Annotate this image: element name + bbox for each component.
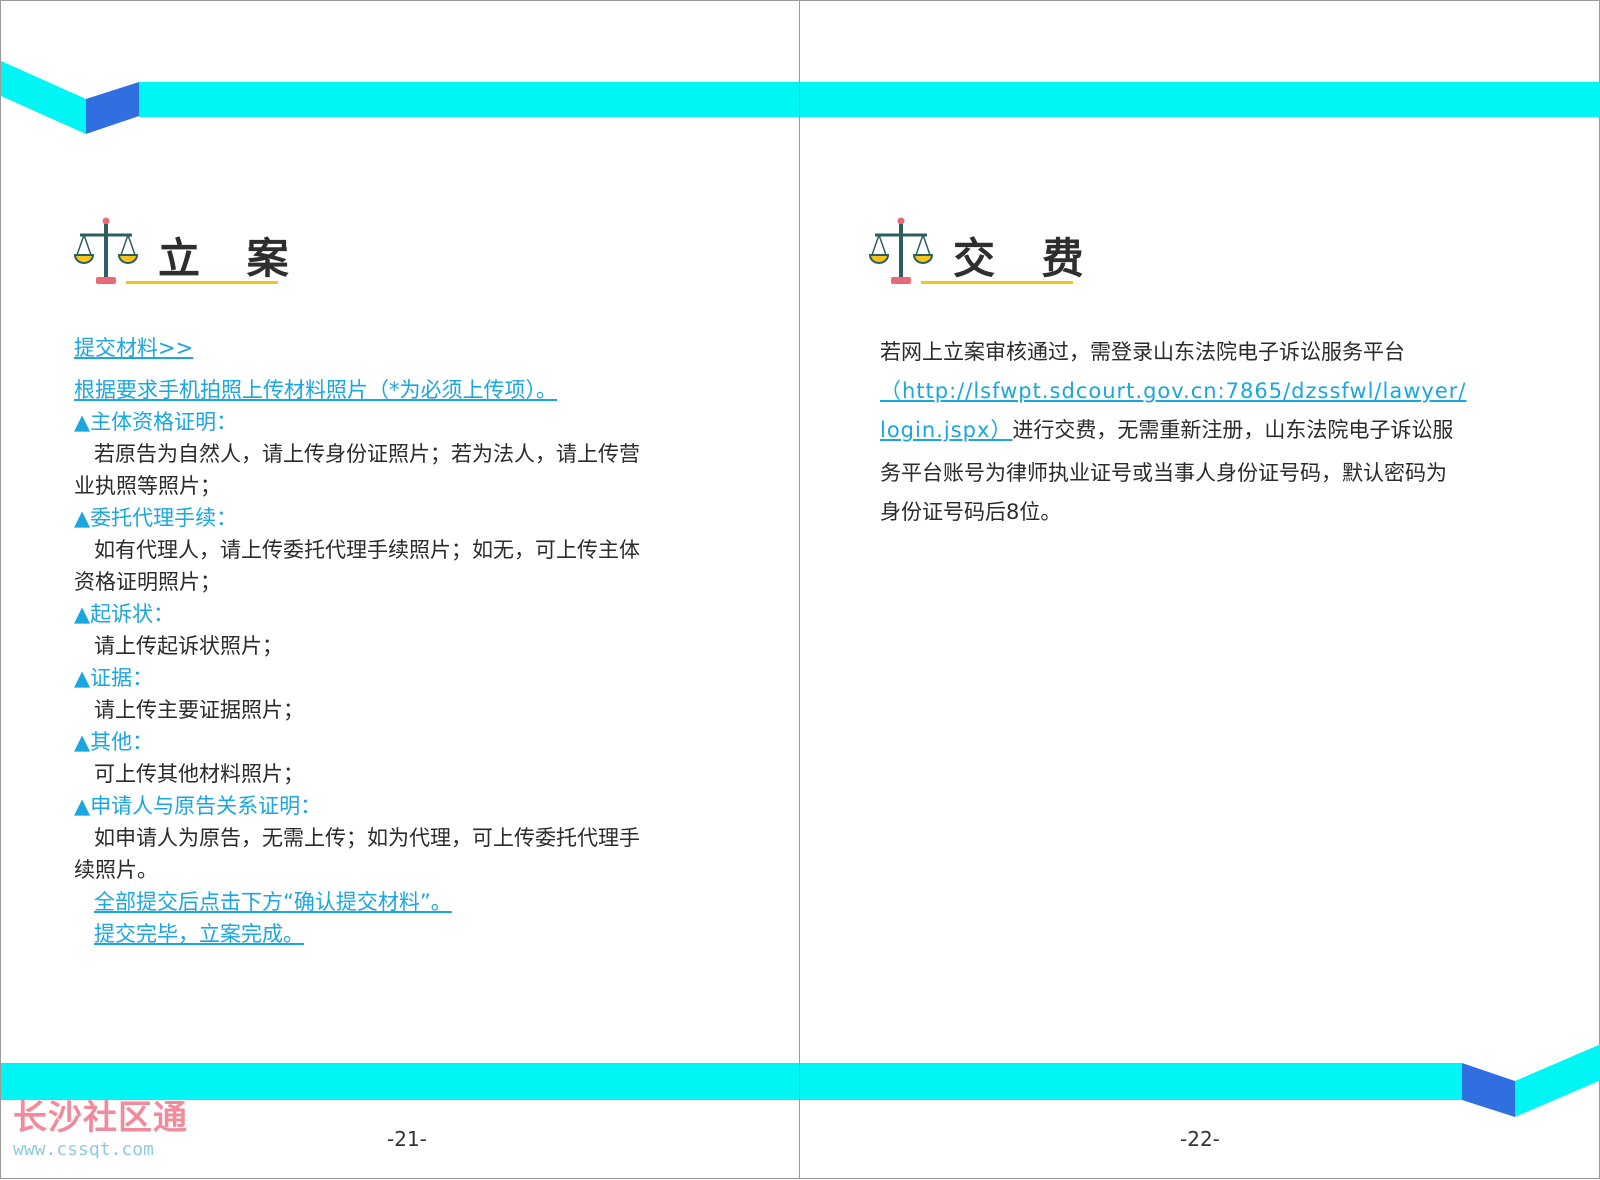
- instruction-text: 如有代理人，请上传委托代理手续照片；如无，可上传主体: [94, 538, 640, 562]
- instruction-row: 续照片。: [74, 854, 640, 886]
- instruction-row: ▲委托代理手续：: [74, 502, 640, 534]
- instruction-heading: ▲其他：: [74, 730, 154, 754]
- instruction-text: 请上传起诉状照片；: [94, 634, 283, 658]
- payment-line-2: login.jspx）进行交费，无需重新注册，山东法院电子诉讼服: [880, 411, 1520, 450]
- instruction-text: 续照片。: [74, 858, 158, 882]
- instruction-row: ▲起诉状：: [74, 598, 640, 630]
- instruction-row: 请上传主要证据照片；: [74, 694, 640, 726]
- payment-line-3: 务平台账号为律师执业证号或当事人身份证号码，默认密码为: [880, 461, 1447, 485]
- instruction-row: 全部提交后点击下方“确认提交材料”。: [74, 886, 640, 918]
- scale-icon: [74, 217, 138, 284]
- top-ribbon-left: [1, 61, 86, 134]
- instruction-text: 如申请人为原告，无需上传；如为代理，可上传委托代理手: [94, 826, 640, 850]
- instruction-row: ▲申请人与原告关系证明：: [74, 790, 640, 822]
- section-title: 立 案: [158, 234, 305, 283]
- payment-line-4: 身份证号码后8位。: [880, 500, 1062, 524]
- instruction-row: 请上传起诉状照片；: [74, 630, 640, 662]
- instruction-row: ▲证据：: [74, 662, 640, 694]
- decor-bands-right: [800, 82, 1600, 1117]
- bottom-band-right: [800, 1063, 1462, 1100]
- instruction-heading: ▲委托代理手续：: [74, 506, 238, 530]
- instruction-heading: ▲起诉状：: [74, 602, 175, 626]
- instruction-heading: ▲主体资格证明：: [74, 410, 238, 434]
- bottom-ribbon-fold-right: [1462, 1063, 1515, 1117]
- instruction-heading: ▲申请人与原告关系证明：: [74, 794, 322, 818]
- instruction-link[interactable]: 提交材料>>: [74, 336, 193, 360]
- top-ribbon-fold-left: [86, 82, 139, 134]
- instruction-row: 可上传其他材料照片；: [74, 758, 640, 790]
- instruction-row: 业执照等照片；: [74, 470, 640, 502]
- instruction-text: 业执照等照片；: [74, 474, 221, 498]
- top-band-left: [139, 82, 801, 117]
- page-left: 立 案 提交材料>> 根据要求手机拍照上传材料照片（*为必须上传项）。 ▲主体资格证…: [0, 0, 801, 1179]
- instruction-heading: ▲证据：: [74, 666, 154, 690]
- payment-portal-link-cont[interactable]: login.jspx）: [880, 418, 1012, 442]
- watermark: 长沙社区通 www.cssqt.com: [13, 1099, 188, 1161]
- instruction-text: 若原告为自然人，请上传身份证照片；若为法人，请上传营: [94, 442, 640, 466]
- instruction-row: ▲主体资格证明：: [74, 406, 640, 438]
- instruction-row: ▲其他：: [74, 726, 640, 758]
- instruction-row: 若原告为自然人，请上传身份证照片；若为法人，请上传营: [74, 438, 640, 470]
- bottom-band-left: [1, 1063, 801, 1100]
- scale-icon: [869, 217, 933, 284]
- page-number: -21-: [387, 1127, 427, 1151]
- bottom-ribbon-right: [1515, 1044, 1600, 1117]
- instruction-row: 资格证明照片；: [74, 566, 640, 598]
- instruction-link[interactable]: 全部提交后点击下方“确认提交材料”。: [94, 890, 452, 914]
- page-number: -22-: [1180, 1127, 1220, 1151]
- instruction-row: 根据要求手机拍照上传材料照片（*为必须上传项）。: [74, 374, 640, 406]
- instruction-row: 如有代理人，请上传委托代理手续照片；如无，可上传主体: [74, 534, 640, 566]
- payment-url-line: （http://lsfwpt.sdcourt.gov.cn:7865/dzssf…: [880, 372, 1520, 411]
- instruction-text: 可上传其他材料照片；: [94, 762, 304, 786]
- instruction-row: 提交材料>>: [74, 332, 640, 364]
- title-underline: [126, 281, 278, 284]
- watermark-text: 长沙社区通: [13, 1098, 188, 1138]
- watermark-url: www.cssqt.com: [13, 1139, 154, 1160]
- top-band-right: [800, 82, 1600, 117]
- payment-instructions: 若网上立案审核通过，需登录山东法院电子诉讼服务平台 （http://lsfwpt…: [880, 333, 1520, 532]
- title-underline: [921, 281, 1073, 284]
- payment-line-1: 若网上立案审核通过，需登录山东法院电子诉讼服务平台: [880, 340, 1405, 364]
- instruction-link[interactable]: 提交完毕，立案完成。: [94, 922, 304, 946]
- page-right: 交 费 若网上立案审核通过，需登录山东法院电子诉讼服务平台 （http://ls…: [799, 0, 1600, 1179]
- section-title: 交 费: [953, 234, 1100, 283]
- payment-portal-link[interactable]: （http://lsfwpt.sdcourt.gov.cn:7865/dzssf…: [880, 379, 1466, 403]
- instruction-text: 资格证明照片；: [74, 570, 221, 594]
- instruction-link[interactable]: 根据要求手机拍照上传材料照片（*为必须上传项）。: [74, 378, 557, 402]
- instruction-text: 请上传主要证据照片；: [94, 698, 304, 722]
- instruction-row: 如申请人为原告，无需上传；如为代理，可上传委托代理手: [74, 822, 640, 854]
- filing-instructions: 提交材料>> 根据要求手机拍照上传材料照片（*为必须上传项）。 ▲主体资格证明： 若原…: [74, 332, 640, 950]
- instruction-row: 提交完毕，立案完成。: [74, 918, 640, 950]
- payment-text-2: 进行交费，无需重新注册，山东法院电子诉讼服: [1012, 418, 1454, 442]
